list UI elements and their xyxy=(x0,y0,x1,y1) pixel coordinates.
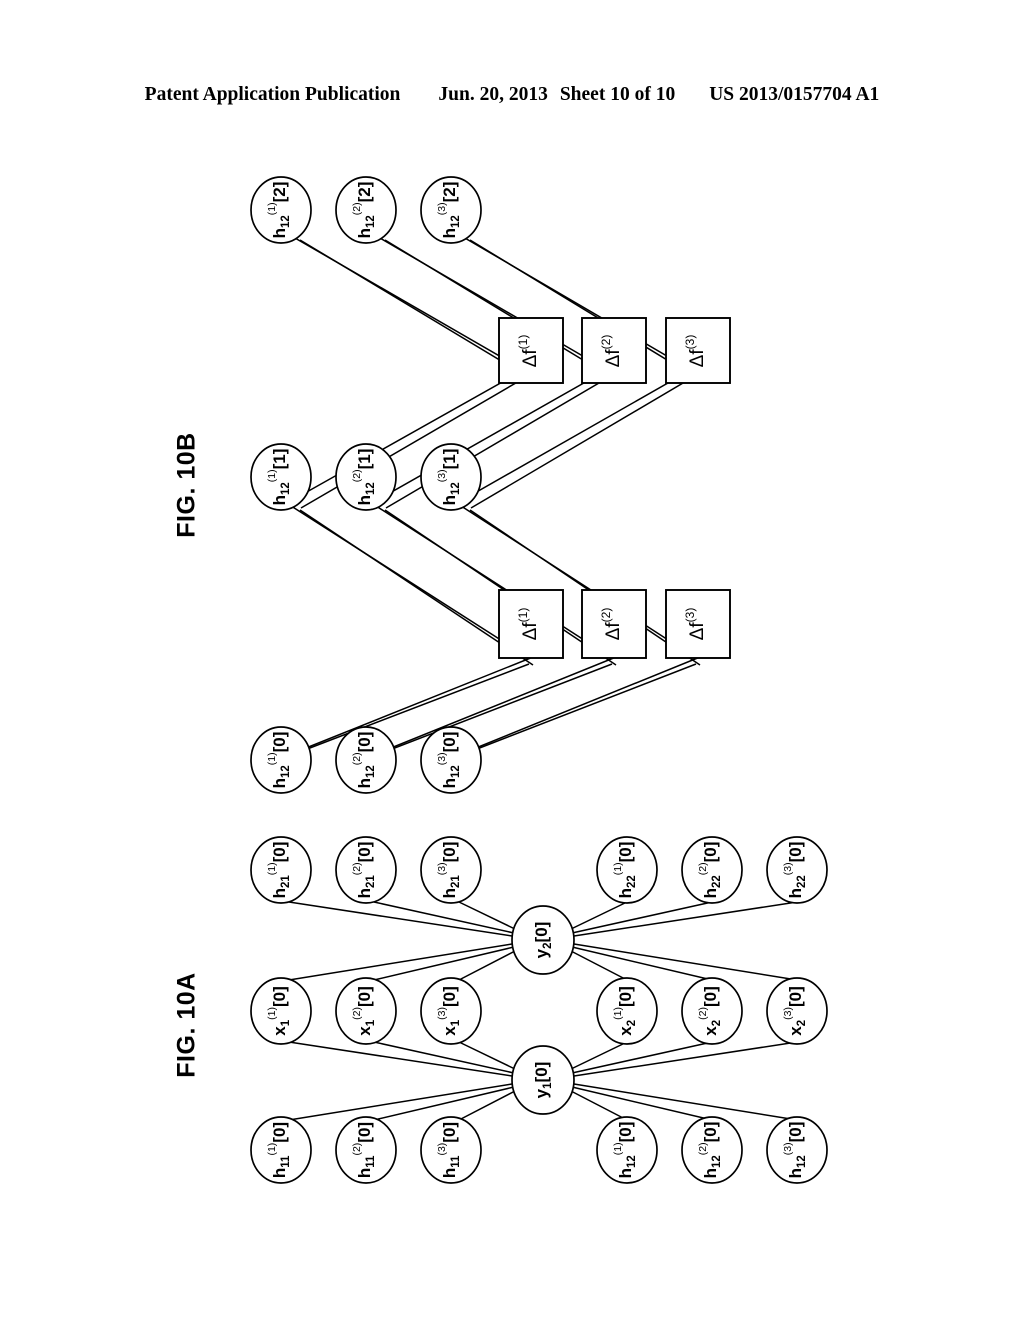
node-y2-output[interactable]: y2[0] xyxy=(511,905,575,975)
node-h12-3-k2[interactable]: h12(3)[2] xyxy=(420,176,482,244)
node-h11-2[interactable]: h11(2)[0] xyxy=(335,1116,397,1184)
node-h21-1[interactable]: h21(1)[0] xyxy=(250,836,312,904)
node-h21-3[interactable]: h21(3)[0] xyxy=(420,836,482,904)
node-label: y2[0] xyxy=(532,922,554,959)
node-h12-3-a[interactable]: h12(3)[0] xyxy=(766,1116,828,1184)
node-h12-1-k2[interactable]: h12(1)[2] xyxy=(250,176,312,244)
figure-10b: FIG. 10B h12(1)[2] h12(2)[2] h12(3)[2] Δ… xyxy=(173,176,731,794)
node-h22-3[interactable]: h22(3)[0] xyxy=(766,836,828,904)
node-row-h12-k0: h12(1)[0] h12(2)[0] h12(3)[0] xyxy=(250,726,482,794)
box-df-2-upper[interactable]: Δf(2) xyxy=(581,317,647,384)
patent-drawing-sheet: FIG. 10B h12(1)[2] h12(2)[2] h12(3)[2] Δ… xyxy=(0,140,1024,1300)
node-label: y1[0] xyxy=(532,1062,554,1099)
node-x2-1[interactable]: x2(1)[0] xyxy=(596,977,658,1045)
header-document-number: US 2013/0157704 A1 xyxy=(709,84,880,105)
node-h21-2[interactable]: h21(2)[0] xyxy=(335,836,397,904)
header-publication-title: Patent Application Publication xyxy=(144,84,401,105)
figure-10b-caption: FIG. 10B xyxy=(173,432,201,537)
node-h12-1-k1[interactable]: h12(1)[1] xyxy=(250,443,312,511)
box-df-2-lower[interactable]: Δf(2) xyxy=(581,589,647,659)
node-y1-output[interactable]: y1[0] xyxy=(511,1045,575,1115)
node-group-h12-a: h12(1)[0] h12(2)[0] h12(3)[0] xyxy=(596,1116,828,1184)
node-group-x1: x1(1)[0] x1(2)[0] x1(3)[0] xyxy=(250,977,482,1045)
node-row-df-upper: Δf(1) Δf(2) Δf(3) xyxy=(498,317,731,384)
node-h12-3-k1[interactable]: h12(3)[1] xyxy=(420,443,482,511)
node-h12-2-a[interactable]: h12(2)[0] xyxy=(681,1116,743,1184)
node-h12-2-k1[interactable]: h12(2)[1] xyxy=(335,443,397,511)
node-h11-3[interactable]: h11(3)[0] xyxy=(420,1116,482,1184)
node-h12-1-a[interactable]: h12(1)[0] xyxy=(596,1116,658,1184)
node-h22-1[interactable]: h22(1)[0] xyxy=(596,836,658,904)
node-x2-3[interactable]: x2(3)[0] xyxy=(766,977,828,1045)
node-h12-3-k0[interactable]: h12(3)[0] xyxy=(420,726,482,794)
node-group-h11: h11(1)[0] h11(2)[0] h11(3)[0] xyxy=(250,1116,482,1184)
figures-canvas: FIG. 10B h12(1)[2] h12(2)[2] h12(3)[2] Δ… xyxy=(173,176,828,1184)
node-x1-2[interactable]: x1(2)[0] xyxy=(335,977,397,1045)
box-df-3-lower[interactable]: Δf(3) xyxy=(665,589,731,659)
node-x1-3[interactable]: x1(3)[0] xyxy=(420,977,482,1045)
page-header: Patent Application Publication Jun. 20, … xyxy=(0,84,1024,118)
node-row-df-lower: Δf(1) Δf(2) Δf(3) xyxy=(498,589,731,659)
node-x2-2[interactable]: x2(2)[0] xyxy=(681,977,743,1045)
figure-10a-caption: FIG. 10A xyxy=(173,972,201,1077)
node-row-h12-k2: h12(1)[2] h12(2)[2] h12(3)[2] xyxy=(250,176,482,244)
node-h22-2[interactable]: h22(2)[0] xyxy=(681,836,743,904)
box-df-1-upper[interactable]: Δf(1) xyxy=(498,317,564,384)
node-h11-1[interactable]: h11(1)[0] xyxy=(250,1116,312,1184)
node-group-x2: x2(1)[0] x2(2)[0] x2(3)[0] xyxy=(596,977,828,1045)
header-date: Jun. 20, 2013 xyxy=(438,84,548,105)
box-df-3-upper[interactable]: Δf(3) xyxy=(665,317,731,384)
node-h12-1-k0[interactable]: h12(1)[0] xyxy=(250,726,312,794)
node-row-h12-k1: h12(1)[1] h12(2)[1] h12(3)[1] xyxy=(250,443,482,511)
node-h12-2-k2[interactable]: h12(2)[2] xyxy=(335,176,397,244)
figure-10a: FIG. 10A h21(1)[0] h21(2)[0] h21(3)[0] h… xyxy=(173,836,828,1184)
box-df-1-lower[interactable]: Δf(1) xyxy=(498,589,564,659)
node-h12-2-k0[interactable]: h12(2)[0] xyxy=(335,726,397,794)
node-group-h22: h22(1)[0] h22(2)[0] h22(3)[0] xyxy=(596,836,828,904)
header-sheet-number: Sheet 10 of 10 xyxy=(559,84,676,105)
node-group-h21: h21(1)[0] h21(2)[0] h21(3)[0] xyxy=(250,836,482,904)
node-x1-1[interactable]: x1(1)[0] xyxy=(250,977,312,1045)
